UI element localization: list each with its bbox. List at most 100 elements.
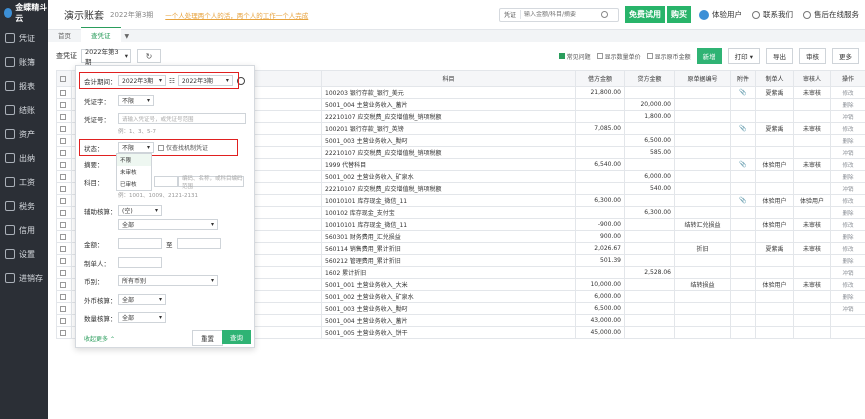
operation-link[interactable]: 修改 [830, 278, 865, 291]
operation-link[interactable]: 删除 [830, 254, 865, 267]
print-button[interactable]: 打印 ▾ [727, 48, 760, 64]
attachment-icon[interactable]: 📎 [730, 194, 756, 207]
operation-link[interactable]: 删除 [830, 98, 865, 111]
attachment-icon[interactable] [730, 314, 756, 327]
sidebar-item-5[interactable]: 出纳 [0, 146, 48, 170]
operation-link[interactable] [830, 314, 865, 327]
operation-link[interactable]: 删除 [830, 206, 865, 219]
export-button[interactable]: 导出 [766, 48, 793, 64]
row-checkbox[interactable] [56, 290, 72, 303]
attachment-icon[interactable] [730, 206, 756, 219]
row-checkbox[interactable] [56, 266, 72, 279]
operation-link[interactable] [830, 326, 865, 339]
row-checkbox[interactable] [56, 302, 72, 315]
more-button[interactable]: 更多 [832, 48, 859, 64]
search-icon[interactable] [601, 11, 609, 18]
attachment-icon[interactable] [730, 266, 756, 279]
checkbox-icon[interactable] [60, 113, 68, 120]
buy-button[interactable]: 购买 [667, 6, 691, 23]
account-set-title[interactable]: 演示账套 [64, 7, 104, 22]
row-checkbox[interactable] [56, 206, 72, 219]
attachment-icon[interactable] [730, 326, 756, 339]
checkbox-icon[interactable] [60, 293, 68, 300]
row-checkbox[interactable] [56, 194, 72, 207]
row-checkbox[interactable] [56, 218, 72, 231]
row-checkbox[interactable] [56, 242, 72, 255]
operation-link[interactable]: 删除 [830, 230, 865, 243]
checkbox-icon[interactable] [60, 197, 68, 204]
checkbox-icon[interactable] [60, 209, 68, 216]
row-checkbox[interactable] [56, 98, 72, 111]
operation-link[interactable]: 冲销 [830, 266, 865, 279]
row-checkbox[interactable] [56, 314, 72, 327]
show-fx-checkbox[interactable]: 显示原币金额 [646, 52, 691, 61]
attachment-icon[interactable]: 📎 [730, 86, 756, 99]
sidebar-item-6[interactable]: 工资 [0, 170, 48, 194]
sidebar-item-3[interactable]: 结账 [0, 98, 48, 122]
checkbox-icon[interactable] [60, 137, 68, 144]
attachment-icon[interactable] [730, 290, 756, 303]
notice-link[interactable]: 一个人处理两个人的活，两个人的工作一个人完成 [165, 10, 308, 20]
operation-link[interactable]: 修改 [830, 194, 865, 207]
attachment-icon[interactable] [730, 302, 756, 315]
column-header[interactable] [56, 70, 72, 87]
attachment-icon[interactable] [730, 230, 756, 243]
checkbox-icon[interactable] [60, 185, 68, 192]
row-checkbox[interactable] [56, 146, 72, 159]
maker-input[interactable] [118, 257, 162, 268]
user-menu[interactable]: 体验用户 [699, 9, 742, 20]
status-option-audited[interactable]: 已审核 [117, 178, 151, 190]
amount-to-input[interactable] [176, 238, 221, 249]
subject-range-input[interactable]: 编码、名称，或科目编码范围 [178, 176, 244, 190]
checkbox-icon[interactable] [60, 221, 68, 228]
attachment-icon[interactable] [730, 242, 756, 255]
checkbox-icon[interactable] [60, 125, 68, 132]
fx-select[interactable]: 全部 ▾ [118, 294, 166, 305]
checkbox-icon[interactable] [60, 233, 68, 240]
row-checkbox[interactable] [56, 122, 72, 135]
operation-link[interactable]: 冲销 [830, 146, 865, 159]
attachment-icon[interactable]: 📎 [730, 122, 756, 135]
checkbox-icon[interactable] [60, 149, 68, 156]
row-checkbox[interactable] [56, 326, 72, 339]
sidebar-item-10[interactable]: 进销存 [0, 266, 48, 290]
attachment-icon[interactable] [730, 98, 756, 111]
checkbox-icon[interactable] [60, 173, 68, 180]
sidebar-item-8[interactable]: 信用 [0, 218, 48, 242]
operation-link[interactable]: 删除 [830, 290, 865, 303]
checkbox-icon[interactable] [60, 305, 68, 312]
subject-input[interactable] [154, 176, 178, 187]
checkbox-icon[interactable] [60, 257, 68, 264]
aux-type-select[interactable]: (空) ▾ [118, 205, 162, 216]
attachment-icon[interactable] [730, 170, 756, 183]
attachment-icon[interactable] [730, 254, 756, 267]
row-checkbox[interactable] [56, 182, 72, 195]
common-issues-toggle[interactable]: 常见问题 [558, 52, 591, 61]
collapse-more-link[interactable]: 收起更多 ⌃ [84, 334, 115, 343]
period-select[interactable]: 2022年第3期 ▾ [81, 48, 131, 66]
aux-detail-select[interactable]: 全部 ▾ [118, 219, 218, 230]
operation-link[interactable]: 冲销 [830, 302, 865, 315]
sidebar-item-9[interactable]: 设置 [0, 242, 48, 266]
operation-link[interactable]: 冲销 [830, 110, 865, 123]
query-button[interactable]: 查询 [222, 330, 251, 344]
row-checkbox[interactable] [56, 254, 72, 267]
search-input[interactable] [521, 11, 600, 18]
tab-home[interactable]: 首页 [48, 28, 81, 42]
voucher-word-select[interactable]: 不限 ▾ [118, 95, 154, 106]
row-checkbox[interactable] [56, 230, 72, 243]
refresh-button[interactable]: ↻ [137, 49, 161, 63]
attachment-icon[interactable] [730, 218, 756, 231]
row-checkbox[interactable] [56, 110, 72, 123]
select-all-checkbox[interactable] [60, 75, 68, 82]
attachment-icon[interactable] [730, 110, 756, 123]
sidebar-item-7[interactable]: 税务 [0, 194, 48, 218]
checkbox-icon[interactable] [60, 161, 68, 168]
status-option-unaudited[interactable]: 未审核 [117, 166, 151, 178]
row-checkbox[interactable] [56, 86, 72, 99]
operation-link[interactable]: 删除 [830, 134, 865, 147]
operation-link[interactable]: 删除 [830, 170, 865, 183]
attachment-icon[interactable]: 📎 [730, 158, 756, 171]
reset-button[interactable]: 重置 [192, 330, 223, 346]
operation-link[interactable]: 修改 [830, 218, 865, 231]
